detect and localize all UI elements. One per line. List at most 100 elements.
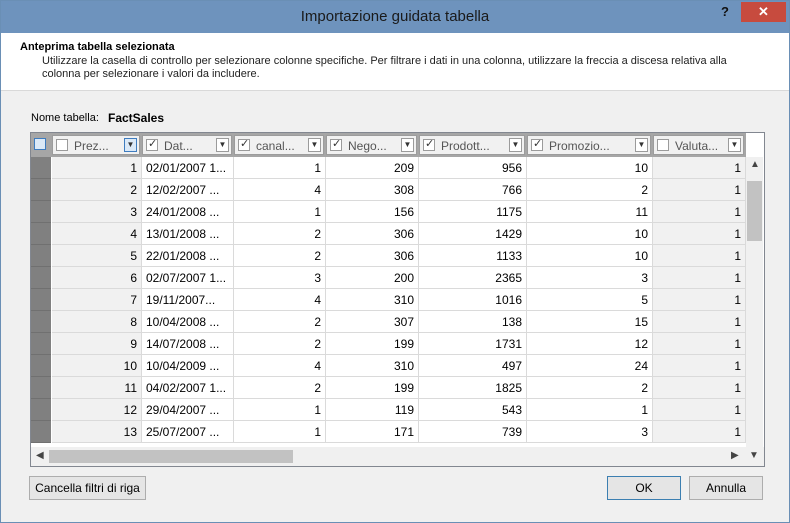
table-cell: 306 <box>326 245 419 267</box>
table-cell: 1 <box>653 289 746 311</box>
column-checkbox[interactable] <box>56 139 68 151</box>
table-row[interactable]: 5 22/01/2008 ... 2 306 1133 10 1 <box>31 245 746 267</box>
select-all-checkbox[interactable] <box>34 138 46 150</box>
table-cell: 199 <box>326 333 419 355</box>
table-cell: 956 <box>419 157 527 179</box>
column-checkbox[interactable] <box>423 137 435 151</box>
table-cell: 766 <box>419 179 527 201</box>
filter-dropdown-icon[interactable]: ▼ <box>216 138 229 152</box>
table-cell: 14/07/2008 ... <box>142 333 234 355</box>
column-checkbox[interactable] <box>531 137 543 151</box>
cancel-button[interactable]: Annulla <box>689 476 763 500</box>
table-row[interactable]: 12 29/04/2007 ... 1 119 543 1 1 <box>31 399 746 421</box>
column-header[interactable]: Nego... ▼ <box>326 135 417 155</box>
row-selector[interactable] <box>31 311 51 333</box>
scroll-left-icon[interactable]: ◀ <box>36 450 44 461</box>
table-row[interactable]: 1 02/01/2007 1... 1 209 956 10 1 <box>31 157 746 179</box>
filter-dropdown-icon[interactable]: ▼ <box>509 138 522 152</box>
table-cell: 543 <box>419 399 527 421</box>
table-row[interactable]: 11 04/02/2007 1... 2 199 1825 2 1 <box>31 377 746 399</box>
row-selector[interactable] <box>31 355 51 377</box>
table-cell: 1 <box>653 377 746 399</box>
filter-dropdown-icon[interactable]: ▼ <box>124 138 137 152</box>
scroll-right-icon[interactable]: ▶ <box>731 450 739 461</box>
table-row[interactable]: 6 02/07/2007 1... 3 200 2365 3 1 <box>31 267 746 289</box>
row-selector[interactable] <box>31 333 51 355</box>
row-selector[interactable] <box>31 223 51 245</box>
column-header-label: Dat... <box>164 139 193 153</box>
row-selector[interactable] <box>31 289 51 311</box>
table-row[interactable]: 9 14/07/2008 ... 2 199 1731 12 1 <box>31 333 746 355</box>
table-cell: 2 <box>234 377 326 399</box>
table-cell: 13/01/2008 ... <box>142 223 234 245</box>
horizontal-scroll-thumb[interactable] <box>49 450 293 463</box>
row-selector[interactable] <box>31 179 51 201</box>
table-cell: 3 <box>234 267 326 289</box>
scroll-up-icon[interactable]: ▲ <box>750 159 760 170</box>
row-selector[interactable] <box>31 245 51 267</box>
column-checkbox[interactable] <box>238 137 250 151</box>
column-checkbox[interactable] <box>330 137 342 151</box>
table-cell: 1 <box>653 355 746 377</box>
title-bar: Importazione guidata tabella ? ✕ <box>1 1 789 33</box>
table-row[interactable]: 4 13/01/2008 ... 2 306 1429 10 1 <box>31 223 746 245</box>
column-header[interactable]: Valuta... ▼ <box>653 135 744 155</box>
row-selector[interactable] <box>31 421 51 443</box>
column-header[interactable]: Prodott... ▼ <box>419 135 525 155</box>
table-cell: 2365 <box>419 267 527 289</box>
table-row[interactable]: 10 10/04/2009 ... 4 310 497 24 1 <box>31 355 746 377</box>
table-cell: 13 <box>52 421 142 443</box>
table-cell: 1 <box>653 223 746 245</box>
scroll-down-icon[interactable]: ▼ <box>749 450 759 461</box>
data-preview-grid: Prez...▼Dat...▼canal...▼Nego...▼Prodott.… <box>30 132 765 467</box>
table-cell: 1016 <box>419 289 527 311</box>
row-selector[interactable] <box>31 377 51 399</box>
help-button[interactable]: ? <box>715 4 735 22</box>
vertical-scroll-thumb[interactable] <box>747 181 762 241</box>
header-title: Anteprima tabella selezionata <box>20 41 175 53</box>
column-header[interactable]: Promozio... ▼ <box>527 135 651 155</box>
table-cell: 25/07/2007 ... <box>142 421 234 443</box>
table-name-label: Nome tabella: <box>31 112 99 124</box>
table-cell: 2 <box>52 179 142 201</box>
table-cell: 8 <box>52 311 142 333</box>
table-cell: 10 <box>527 223 653 245</box>
table-cell: 10 <box>527 245 653 267</box>
row-selector[interactable] <box>31 399 51 421</box>
table-cell: 4 <box>234 355 326 377</box>
table-cell: 199 <box>326 377 419 399</box>
horizontal-scrollbar[interactable]: ◀ ▶ ▼ <box>31 447 764 466</box>
table-cell: 1 <box>653 179 746 201</box>
table-row[interactable]: 3 24/01/2008 ... 1 156 1175 11 1 <box>31 201 746 223</box>
close-button[interactable]: ✕ <box>741 2 786 22</box>
table-cell: 497 <box>419 355 527 377</box>
table-cell: 10/04/2009 ... <box>142 355 234 377</box>
row-selector[interactable] <box>31 267 51 289</box>
table-cell: 5 <box>52 245 142 267</box>
table-row[interactable]: 8 10/04/2008 ... 2 307 138 15 1 <box>31 311 746 333</box>
table-row[interactable]: 2 12/02/2007 ... 4 308 766 2 1 <box>31 179 746 201</box>
ok-button[interactable]: OK <box>607 476 681 500</box>
table-row[interactable]: 13 25/07/2007 ... 1 171 739 3 1 <box>31 421 746 443</box>
filter-dropdown-icon[interactable]: ▼ <box>401 138 414 152</box>
table-row[interactable]: 7 19/11/2007... 4 310 1016 5 1 <box>31 289 746 311</box>
column-header[interactable]: Dat... ▼ <box>142 135 232 155</box>
column-checkbox[interactable] <box>657 139 669 151</box>
filter-dropdown-icon[interactable]: ▼ <box>728 138 741 152</box>
filter-dropdown-icon[interactable]: ▼ <box>308 138 321 152</box>
table-cell: 02/07/2007 1... <box>142 267 234 289</box>
table-cell: 308 <box>326 179 419 201</box>
row-selector[interactable] <box>31 157 51 179</box>
column-checkbox[interactable] <box>146 137 158 151</box>
table-cell: 307 <box>326 311 419 333</box>
table-cell: 24 <box>527 355 653 377</box>
row-selector[interactable] <box>31 201 51 223</box>
table-cell: 5 <box>527 289 653 311</box>
table-cell: 209 <box>326 157 419 179</box>
column-header[interactable]: canal... ▼ <box>234 135 324 155</box>
clear-row-filters-button[interactable]: Cancella filtri di riga <box>29 476 146 500</box>
vertical-scrollbar[interactable]: ▲ <box>746 157 763 447</box>
table-cell: 1 <box>234 201 326 223</box>
column-header[interactable]: Prez... ▼ <box>52 135 140 155</box>
filter-dropdown-icon[interactable]: ▼ <box>635 138 648 152</box>
